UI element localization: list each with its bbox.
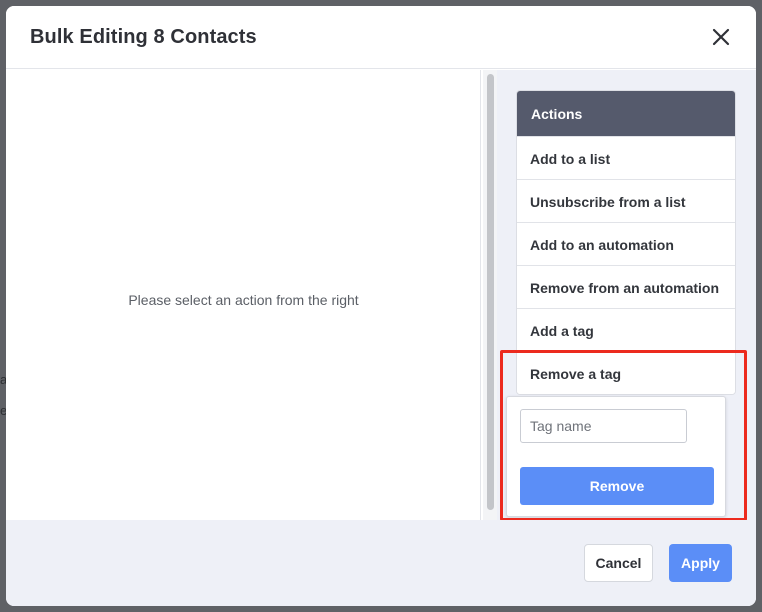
apply-button[interactable]: Apply xyxy=(669,544,732,582)
modal-title: Bulk Editing 8 Contacts xyxy=(30,26,257,48)
action-detail-pane: Please select an action from the right xyxy=(6,70,481,520)
action-add-tag[interactable]: Add a tag xyxy=(517,308,735,351)
bulk-edit-modal: Bulk Editing 8 Contacts Please select an… xyxy=(6,6,756,606)
actions-heading: Actions xyxy=(517,91,735,136)
actions-list: Actions Add to a list Unsubscribe from a… xyxy=(516,90,736,395)
scrollbar[interactable] xyxy=(483,70,497,520)
close-icon[interactable] xyxy=(709,25,733,49)
remove-tag-popover: Remove xyxy=(506,396,726,517)
action-add-to-automation[interactable]: Add to an automation xyxy=(517,222,735,265)
tag-name-input[interactable] xyxy=(520,409,687,443)
remove-tag-button[interactable]: Remove xyxy=(520,467,714,505)
modal-header: Bulk Editing 8 Contacts xyxy=(6,6,756,69)
scrollbar-thumb[interactable] xyxy=(487,74,494,510)
action-remove-from-automation[interactable]: Remove from an automation xyxy=(517,265,735,308)
modal-footer: Cancel Apply xyxy=(6,520,756,606)
cancel-button[interactable]: Cancel xyxy=(584,544,653,582)
action-add-to-list[interactable]: Add to a list xyxy=(517,136,735,179)
action-unsubscribe-from-list[interactable]: Unsubscribe from a list xyxy=(517,179,735,222)
action-remove-tag[interactable]: Remove a tag xyxy=(517,351,735,394)
empty-state-message: Please select an action from the right xyxy=(128,292,359,308)
